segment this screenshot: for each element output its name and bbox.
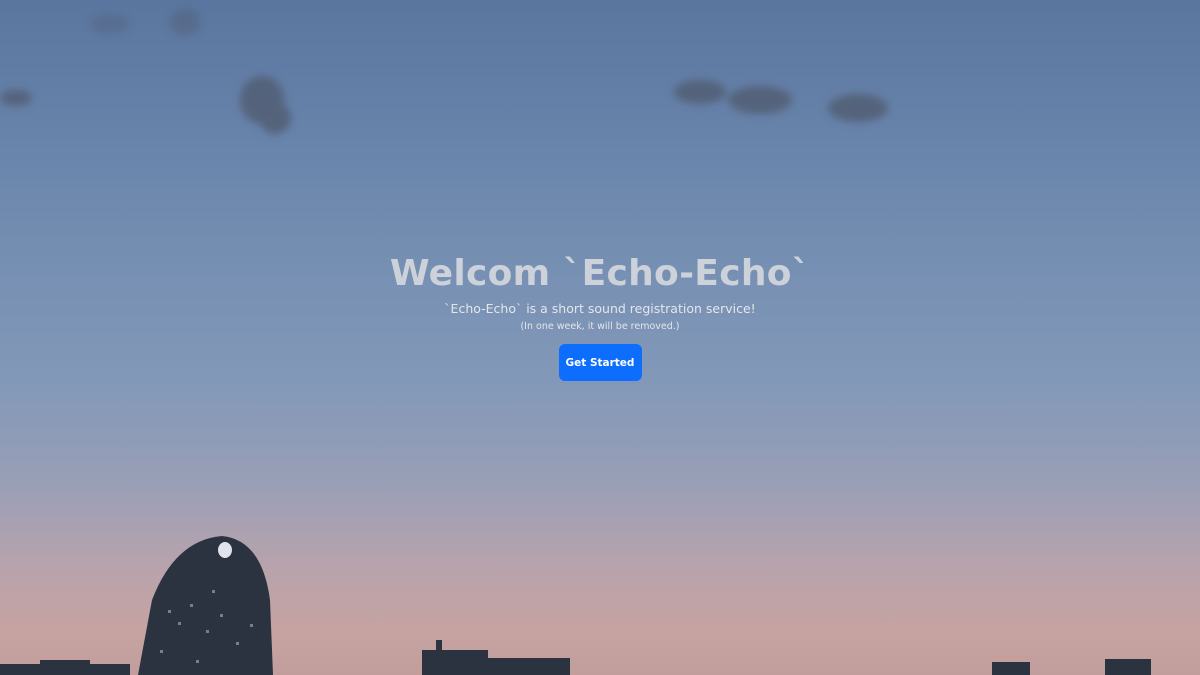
clouds [0, 8, 888, 134]
hero-content: Welcom `Echo-Echo` `Echo-Echo` is a shor… [0, 252, 1200, 381]
hero-section: Welcom `Echo-Echo` `Echo-Echo` is a shor… [0, 0, 1200, 675]
hero-note: (In one week, it will be removed.) [520, 321, 680, 332]
skyline [0, 536, 1151, 675]
page-title: Welcom `Echo-Echo` [389, 253, 811, 294]
hero-subtitle: `Echo-Echo` is a short sound registratio… [444, 301, 756, 316]
get-started-button[interactable]: Get Started [558, 344, 642, 381]
